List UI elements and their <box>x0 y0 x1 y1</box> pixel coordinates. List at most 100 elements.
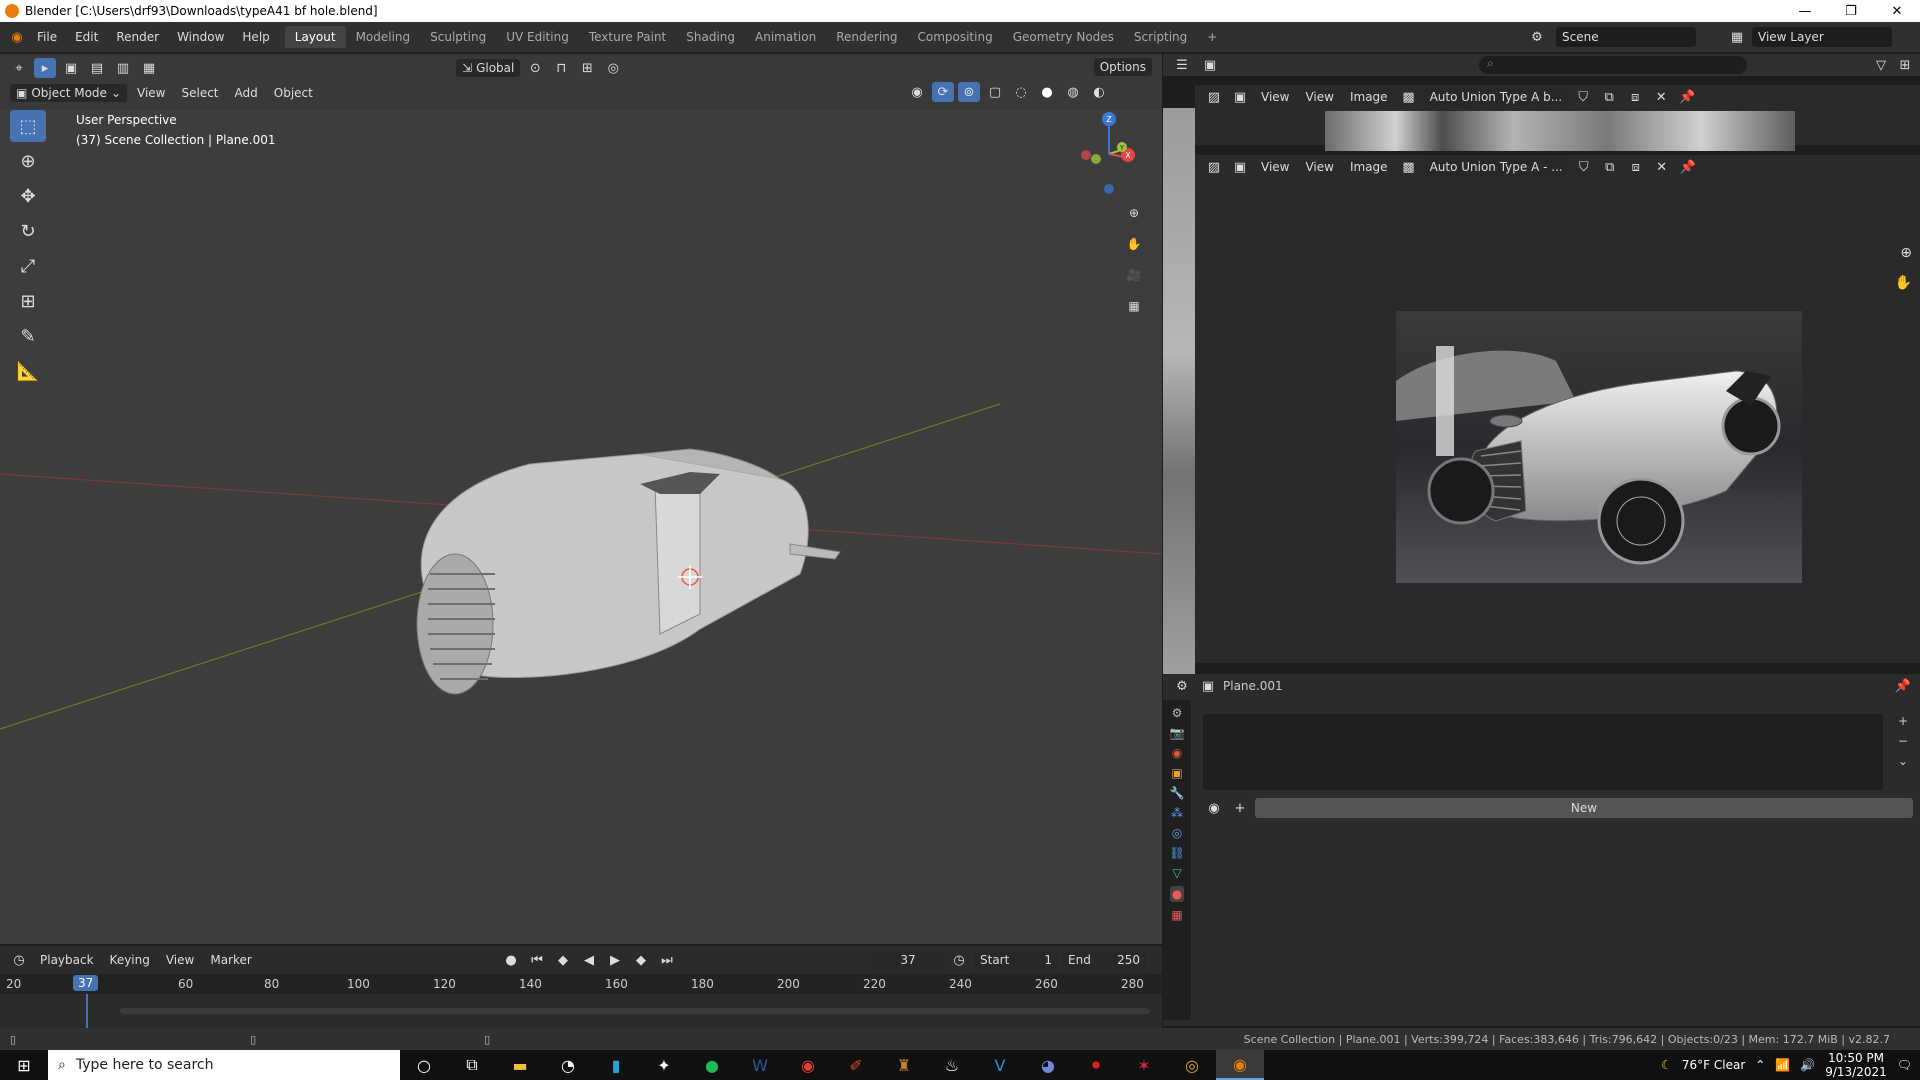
ortho-grid-icon[interactable]: ▦ <box>1120 292 1148 320</box>
windows-start-icon[interactable]: ⊞ <box>0 1050 48 1080</box>
view-layer-selector[interactable]: View Layer <box>1752 27 1892 47</box>
duplicate-image-icon[interactable]: ⧉ <box>1598 87 1620 107</box>
remove-slot-button[interactable]: − <box>1898 734 1908 748</box>
solid-shading-icon[interactable]: ● <box>1036 82 1058 102</box>
modifier-tab-icon[interactable]: 🔧 <box>1170 786 1185 800</box>
timeline-editor-type-icon[interactable]: ◷ <box>8 950 30 970</box>
material-tab-icon[interactable]: ● <box>1169 886 1185 902</box>
zoom-icon-2[interactable]: ⊕ <box>1900 245 1912 261</box>
steam-icon[interactable]: ♨ <box>928 1050 976 1080</box>
physics-tab-icon[interactable]: ◎ <box>1172 826 1182 840</box>
wifi-icon[interactable]: 📶 <box>1775 1058 1790 1072</box>
menu-view[interactable]: View <box>1255 158 1295 176</box>
play-reverse-icon[interactable]: ◀ <box>578 950 600 970</box>
constraints-tab-icon[interactable]: ⛓ <box>1169 846 1184 860</box>
menu-render[interactable]: Render <box>107 30 168 44</box>
show-gizmo-icon[interactable]: ⟳ <box>932 82 954 102</box>
blender-taskbar-icon[interactable]: ◉ <box>1216 1050 1264 1080</box>
next-keyframe-icon[interactable]: ◆ <box>630 950 652 970</box>
material-browse-icon[interactable]: ◉ <box>1203 798 1225 818</box>
playhead[interactable]: 37 <box>73 975 99 991</box>
tab-layout[interactable]: Layout <box>284 26 346 48</box>
snap-icon[interactable]: ⊓ <box>550 58 572 78</box>
material-slot-list[interactable] <box>1203 714 1883 790</box>
new-collection-icon[interactable]: ⊞ <box>1894 55 1916 75</box>
open-image-icon[interactable]: ⧈ <box>1624 87 1646 107</box>
play-icon[interactable]: ▶ <box>604 950 626 970</box>
pivot-point-icon[interactable]: ⊙ <box>524 58 546 78</box>
select-mode-subtract-icon[interactable]: ▥ <box>112 58 134 78</box>
weather-text[interactable]: 76°F Clear <box>1682 1058 1745 1072</box>
zoom-icon[interactable]: ⊕ <box>1120 199 1148 227</box>
image-editor-main[interactable]: ▨ ▣ View View Image ▩ Auto Union Type A … <box>1195 155 1920 663</box>
menu-view-2[interactable]: View <box>1299 158 1339 176</box>
annotate-tool-icon[interactable]: ✎ <box>10 320 46 352</box>
app-red-star-icon[interactable]: ✶ <box>1120 1050 1168 1080</box>
volume-icon[interactable]: 🔊 <box>1800 1058 1815 1072</box>
tab-texture-paint[interactable]: Texture Paint <box>579 26 676 48</box>
scene-selector[interactable]: Scene <box>1556 27 1696 47</box>
menu-view-2[interactable]: View <box>1299 88 1339 106</box>
app-emblem-icon[interactable]: ♜ <box>880 1050 928 1080</box>
app-game-icon[interactable]: ✦ <box>640 1050 688 1080</box>
blender-menu-icon[interactable]: ◉ <box>6 27 28 47</box>
transform-tool-icon[interactable]: ⊞ <box>10 285 46 317</box>
discord-icon[interactable]: ◕ <box>1024 1050 1072 1080</box>
select-mode-intersect-icon[interactable]: ▦ <box>138 58 160 78</box>
pin-properties-icon[interactable]: 📌 <box>1892 676 1914 696</box>
app-blue-icon[interactable]: ▮ <box>592 1050 640 1080</box>
camera-view-icon[interactable]: 🎥 <box>1120 261 1148 289</box>
menu-image[interactable]: Image <box>1344 88 1394 106</box>
tab-animation[interactable]: Animation <box>745 26 826 48</box>
menu-select[interactable]: Select <box>175 84 224 102</box>
scale-tool-icon[interactable]: ⤢ <box>10 250 46 282</box>
chrome-icon[interactable]: ◉ <box>784 1050 832 1080</box>
menu-add[interactable]: Add <box>229 84 264 102</box>
preview-range-icon[interactable]: ◷ <box>948 950 970 970</box>
taskbar-search-input[interactable]: ⌕ Type here to search <box>48 1050 400 1080</box>
show-overlays-icon[interactable]: ⊚ <box>958 82 980 102</box>
image-name-field[interactable]: Auto Union Type A b... <box>1423 88 1569 106</box>
image-editor-type-icon-2[interactable]: ▨ <box>1203 157 1225 177</box>
tab-geometry-nodes[interactable]: Geometry Nodes <box>1003 26 1124 48</box>
measure-tool-icon[interactable]: 📐 <box>10 355 46 387</box>
jump-end-icon[interactable]: ⏭ <box>656 950 678 970</box>
menu-view[interactable]: View <box>160 951 200 969</box>
obs-icon[interactable]: ⏺ <box>1072 1050 1120 1080</box>
mode-dropdown[interactable]: ▣ Object Mode ⌄ <box>10 84 127 102</box>
new-material-plus-icon[interactable]: + <box>1229 798 1251 818</box>
menu-file[interactable]: File <box>28 30 66 44</box>
tab-rendering[interactable]: Rendering <box>826 26 907 48</box>
app-orange-icon[interactable]: ◎ <box>1168 1050 1216 1080</box>
file-explorer-icon[interactable]: ▬ <box>496 1050 544 1080</box>
slot-specials-chevron-down-icon[interactable]: ⌄ <box>1898 754 1908 768</box>
open-image-icon-2[interactable]: ⧈ <box>1625 157 1647 177</box>
close-button[interactable]: ✕ <box>1874 0 1920 22</box>
unlink-image-icon-2[interactable]: ✕ <box>1651 157 1673 177</box>
rotate-tool-icon[interactable]: ↻ <box>10 215 46 247</box>
proportional-editing-icon[interactable]: ◎ <box>602 58 624 78</box>
3d-viewport[interactable]: ⌖ ▸ ▣ ▤ ▥ ▦ ⇲ Global ⊙ ⊓ ⊞ ◎ Options ▣ Obj… <box>0 54 1162 944</box>
image-mode-icon[interactable]: ▣ <box>1229 87 1251 107</box>
move-tool-icon[interactable]: ✥ <box>10 180 46 212</box>
menu-window[interactable]: Window <box>168 30 233 44</box>
menu-keying[interactable]: Keying <box>104 951 156 969</box>
options-dropdown[interactable]: Options <box>1093 58 1152 76</box>
timeline-editor[interactable]: ◷ Playback Keying View Marker ● ⏮ ◆ ◀ ▶ … <box>0 946 1162 1028</box>
tab-modeling[interactable]: Modeling <box>346 26 421 48</box>
menu-edit[interactable]: Edit <box>66 30 107 44</box>
menu-image[interactable]: Image <box>1344 158 1394 176</box>
image-name-field-2[interactable]: Auto Union Type A - ... <box>1423 158 1569 176</box>
notifications-icon[interactable]: 🗨 <box>1897 1058 1912 1072</box>
tool-settings-tab-icon[interactable]: ⚙ <box>1172 706 1183 720</box>
jump-start-icon[interactable]: ⏮ <box>526 950 548 970</box>
rendered-shading-icon[interactable]: ◐ <box>1088 82 1110 102</box>
fake-user-icon[interactable]: ⛉ <box>1572 87 1594 107</box>
vegas-icon[interactable]: V <box>976 1050 1024 1080</box>
cursor-tool-icon[interactable]: ⊕ <box>10 145 46 177</box>
task-view-icon[interactable]: ⧉ <box>448 1050 496 1080</box>
prev-keyframe-icon[interactable]: ◆ <box>552 950 574 970</box>
new-material-button[interactable]: New <box>1255 798 1913 818</box>
filter-icon[interactable]: ▽ <box>1870 55 1892 75</box>
pan-hand-icon[interactable]: ✋ <box>1120 230 1148 258</box>
